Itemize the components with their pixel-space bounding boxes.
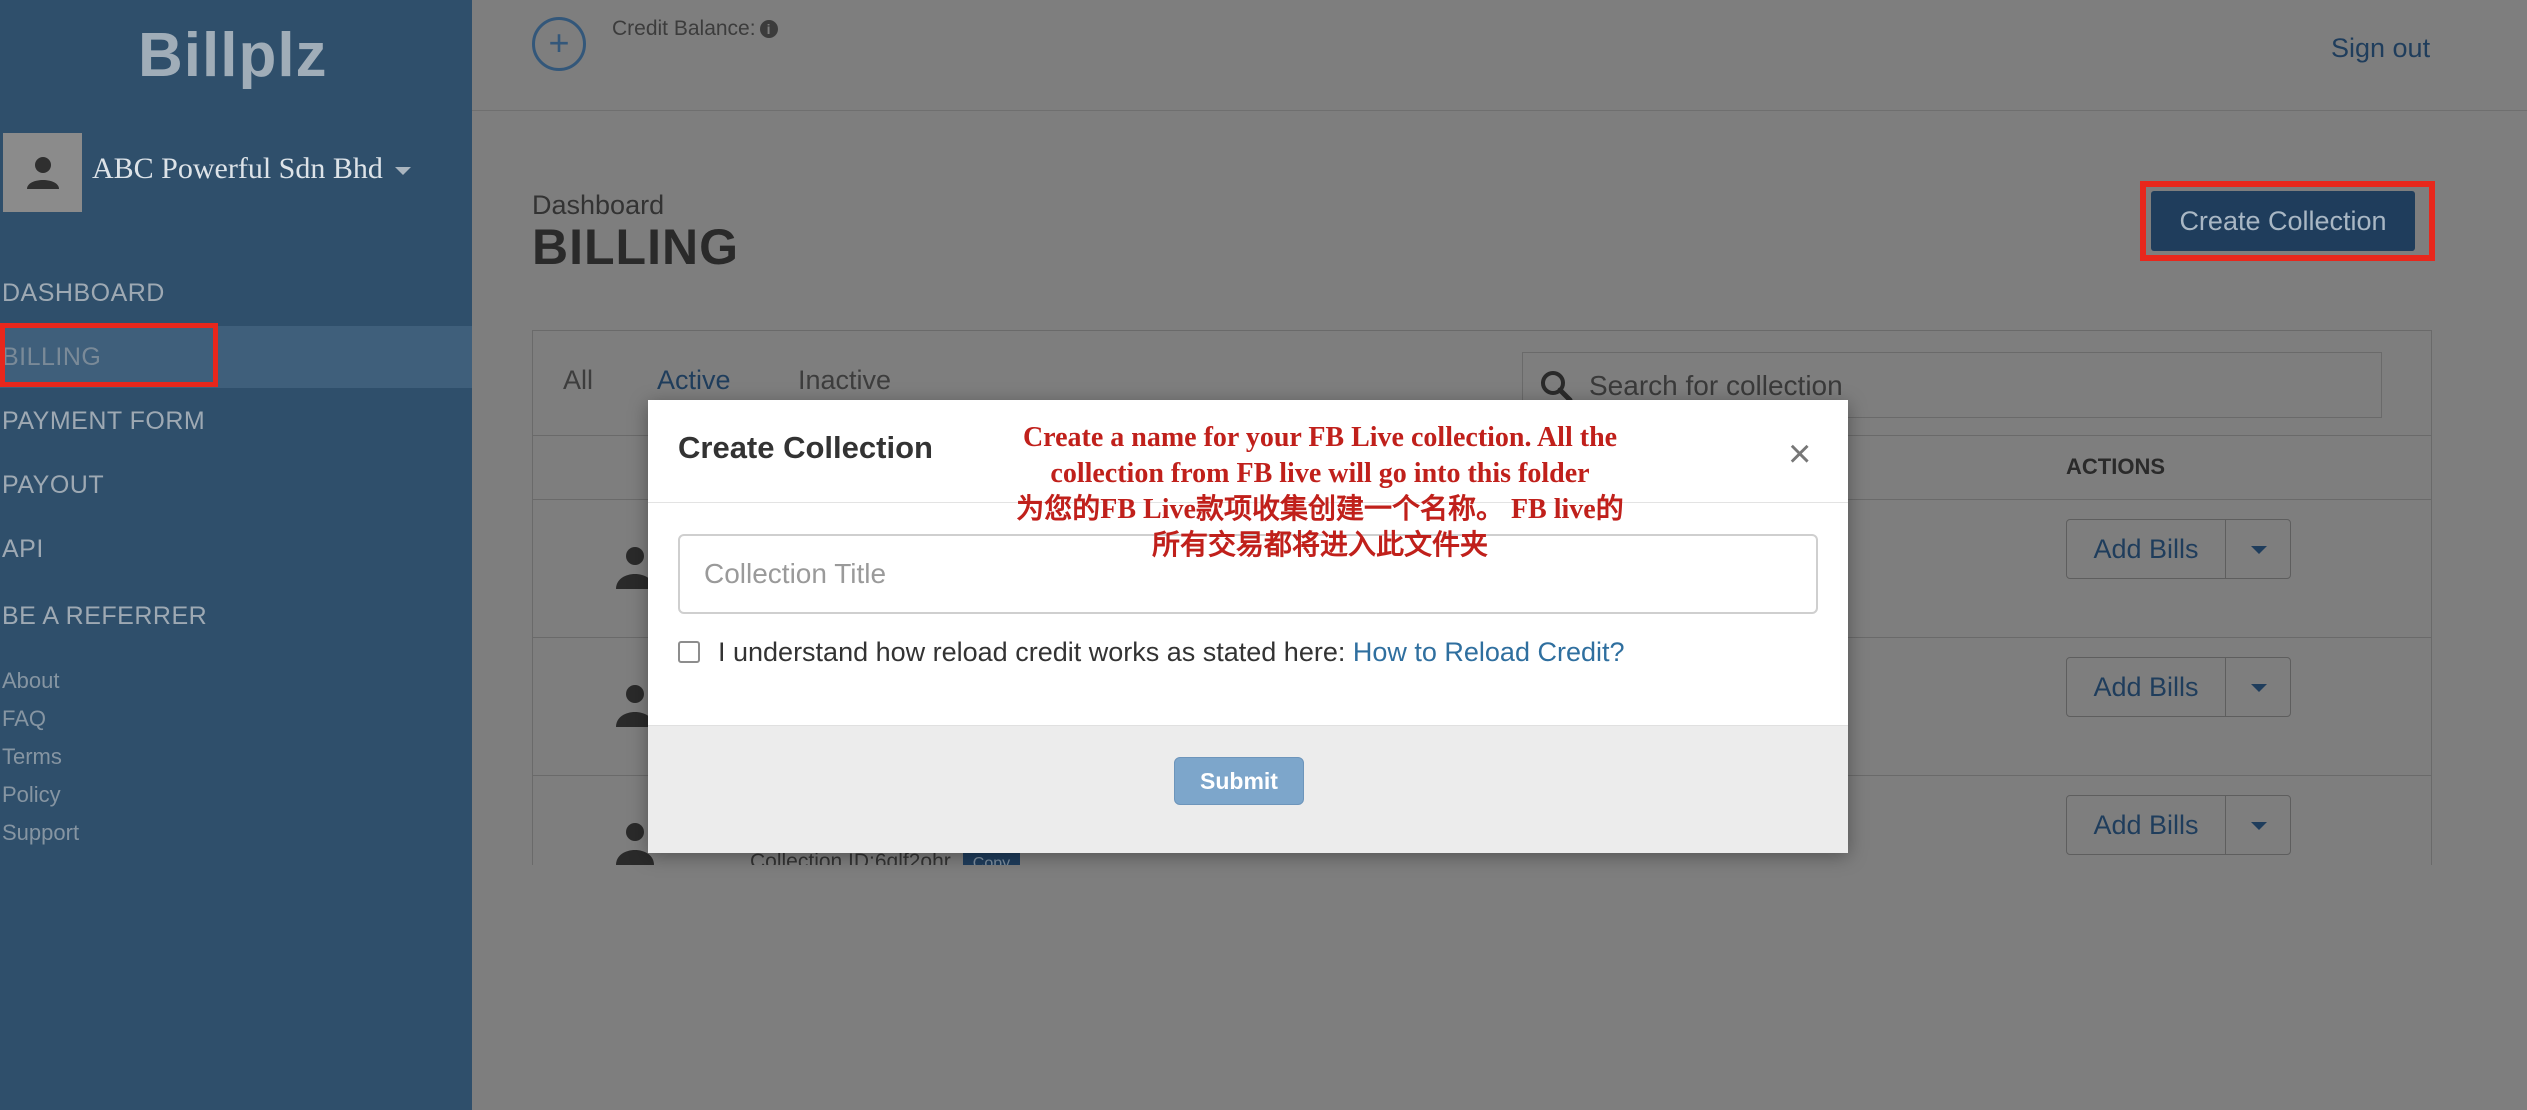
annotation-line: 为您的FB Live款项收集创建一个名称。 FB live的 [1016,494,1624,525]
info-icon[interactable]: i [759,20,778,39]
add-bills-dropdown[interactable] [2225,520,2291,578]
link-support[interactable]: Support [2,820,79,846]
annotation-line: Create a name for your FB Live collectio… [1022,422,1618,453]
account-name: ABC Powerful Sdn Bhd [92,152,383,185]
caret-down-icon [2251,684,2267,692]
credit-balance: Credit Balance: i [612,17,778,41]
caret-down-icon [2251,822,2267,830]
link-terms[interactable]: Terms [2,744,62,770]
link-policy[interactable]: Policy [2,782,61,808]
sidebar-item-payment-form[interactable]: PAYMENT FORM [2,407,205,436]
sidebar-item-be-a-referrer[interactable]: BE A REFERRER [2,602,207,631]
content-clip [532,865,2432,1110]
tab-inactive[interactable]: Inactive [798,365,891,396]
submit-button[interactable]: Submit [1174,757,1304,805]
add-bills-dropdown[interactable] [2225,658,2291,716]
add-bills-button-group: Add Bills [2066,519,2291,579]
caret-down-icon [2251,546,2267,554]
link-faq[interactable]: FAQ [2,706,46,732]
user-icon [27,157,59,189]
search-icon [1541,371,1573,403]
add-bills-button[interactable]: Add Bills [2067,796,2226,854]
instruction-annotation: Create a name for your FB Live collectio… [960,420,1680,564]
add-bills-button[interactable]: Add Bills [2067,658,2226,716]
actions-column-header: ACTIONS [2066,454,2165,479]
caret-down-icon [394,167,411,176]
annotation-line: collection from FB live will go into thi… [1050,458,1590,489]
breadcrumb[interactable]: Dashboard [532,190,664,221]
tab-all[interactable]: All [563,365,593,396]
sidebar-item-dashboard[interactable]: DASHBOARD [2,279,165,308]
billing-highlight-box [0,323,218,387]
page-title: BILLING [532,219,739,275]
add-credit-button[interactable]: + [532,17,586,71]
account-switcher[interactable]: ABC Powerful Sdn Bhd [92,152,411,186]
add-bills-button-group: Add Bills [2066,657,2291,717]
modal-footer: Submit [648,725,1848,853]
modal-title: Create Collection [678,430,933,465]
close-icon[interactable]: × [1788,434,1811,474]
link-about[interactable]: About [2,668,60,694]
add-bills-dropdown[interactable] [2225,796,2291,854]
reload-credit-link[interactable]: How to Reload Credit? [1353,637,1625,667]
create-collection-button[interactable]: Create Collection [2151,191,2415,251]
sidebar-item-payout[interactable]: PAYOUT [2,471,104,500]
sign-out-link[interactable]: Sign out [2331,33,2430,64]
credit-balance-label: Credit Balance: [612,17,756,40]
checkbox-label: I understand how reload credit works as … [718,637,1625,668]
checkbox-label-text: I understand how reload credit works as … [718,637,1346,667]
sidebar-item-api[interactable]: API [2,535,44,564]
reload-credit-checkbox[interactable] [678,641,700,663]
add-bills-button[interactable]: Add Bills [2067,520,2226,578]
annotation-line: 所有交易都将进入此文件夹 [1151,530,1488,561]
billplz-logo[interactable]: Billplz [138,20,328,91]
tab-active[interactable]: Active [657,365,731,396]
add-bills-button-group: Add Bills [2066,795,2291,855]
plus-icon: + [548,22,570,63]
avatar[interactable] [3,133,82,212]
top-bar [472,0,2527,111]
